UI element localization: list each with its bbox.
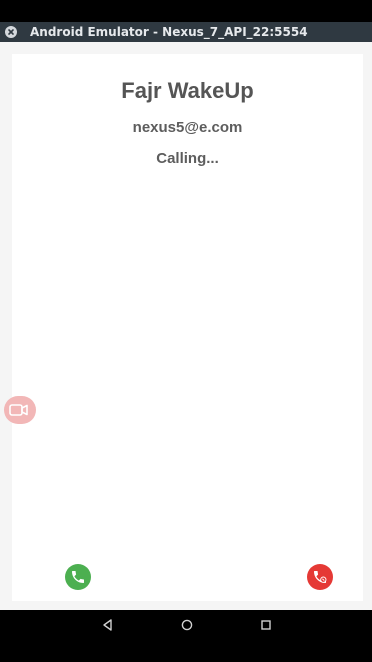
video-toggle-button[interactable] — [4, 396, 36, 424]
emulator-window: Android Emulator - Nexus_7_API_22:5554 F… — [0, 0, 372, 662]
answer-call-button[interactable] — [65, 564, 91, 590]
nav-back-button[interactable] — [100, 617, 116, 633]
video-camera-icon — [9, 404, 28, 416]
circle-home-icon — [181, 619, 193, 631]
window-titlebar: Android Emulator - Nexus_7_API_22:5554 — [0, 22, 372, 42]
phone-decline-icon — [314, 571, 327, 583]
close-icon — [8, 29, 14, 35]
square-recents-icon — [261, 620, 271, 630]
contact-email: nexus5@e.com — [132, 119, 243, 136]
android-nav-bar — [0, 610, 372, 640]
device-screen: Fajr WakeUp nexus5@e.com Calling... — [0, 42, 372, 610]
decline-call-button[interactable] — [307, 564, 333, 590]
window-close-button[interactable] — [5, 26, 17, 38]
call-screen: Fajr WakeUp nexus5@e.com Calling... — [4, 54, 363, 601]
phone-answer-icon — [72, 571, 84, 583]
nav-recents-button[interactable] — [258, 617, 274, 633]
window-title: Android Emulator - Nexus_7_API_22:5554 — [30, 25, 308, 39]
nav-home-button[interactable] — [179, 617, 195, 633]
contact-name: Fajr WakeUp — [121, 78, 254, 103]
triangle-back-icon — [103, 619, 112, 631]
call-status: Calling... — [156, 150, 219, 167]
